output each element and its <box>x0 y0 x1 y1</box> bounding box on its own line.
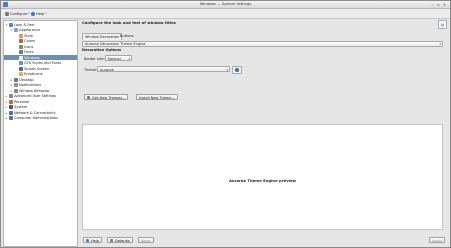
main-content: Configure the look and feel of window ti… <box>80 20 450 247</box>
sidebar: ▾ Look & Feel ▾ Appearance Style Colors Icons F… <box>3 20 78 247</box>
expand-arrow-icon[interactable]: ▾ <box>10 28 13 32</box>
sidebar-item-label: Personal <box>14 99 30 104</box>
collapse-arrow-icon[interactable]: ▸ <box>5 111 8 115</box>
category-icon <box>9 94 13 99</box>
collapse-arrow-icon[interactable]: ▸ <box>5 105 8 109</box>
download-icon <box>87 96 90 99</box>
sidebar-item-label: Emoticons <box>24 72 43 77</box>
sidebar-item-label: Windows <box>24 55 40 60</box>
minimize-icon[interactable]: – <box>430 2 435 7</box>
collapse-arrow-icon[interactable]: ▸ <box>10 83 13 87</box>
chevron-down-icon: ▾ <box>45 12 47 15</box>
category-icon <box>19 72 23 77</box>
collapse-arrow-icon[interactable]: ▸ <box>5 100 8 104</box>
category-icon <box>19 55 23 60</box>
window-title: Windows — System Settings <box>199 2 252 6</box>
configure-button[interactable]: Configure ▾ <box>3 10 32 17</box>
category-icon <box>19 39 23 44</box>
category-icon <box>9 99 13 104</box>
help-label: Help <box>36 11 45 16</box>
defaults-label: Defaults <box>115 239 130 243</box>
chevron-down-icon: ▾ <box>439 42 441 46</box>
sidebar-item-label: Style <box>24 33 33 38</box>
chevron-down-icon: ▾ <box>226 68 228 72</box>
chevron-down-icon: ▾ <box>128 57 130 61</box>
category-icon <box>19 66 23 71</box>
preview-caption: Aurorae Theme Engine preview <box>228 178 297 183</box>
tab-buttons[interactable]: Buttons <box>118 33 136 39</box>
category-icon <box>9 116 13 121</box>
border-size-select[interactable]: Normal ▾ <box>105 55 132 61</box>
info-icon: i <box>235 68 239 72</box>
theme-info-button[interactable]: i <box>232 66 242 74</box>
category-icon <box>9 105 13 110</box>
system-settings-window: Windows — System Settings – ▫ × Configur… <box>0 0 451 248</box>
category-icon <box>9 110 13 115</box>
collapse-arrow-icon[interactable]: ▸ <box>5 94 8 98</box>
sidebar-item-label: GTK Styles and Fonts <box>24 61 62 66</box>
decoration-engine-value: Aurorae Decoration Theme Engine <box>85 42 146 46</box>
apply-label: Apply <box>432 239 442 243</box>
theme-label: Theme: <box>84 68 98 72</box>
title-bar: Windows — System Settings – ▫ × <box>1 1 450 9</box>
category-icon <box>14 28 18 33</box>
help-button-bottom[interactable]: Help <box>83 237 103 243</box>
reset-button[interactable]: Reset <box>138 237 154 243</box>
wrench-icon <box>5 11 9 16</box>
sidebar-item-label: Splash Screen <box>24 66 49 71</box>
install-new-theme-button[interactable]: Install New Theme... <box>136 94 178 100</box>
page-header: Configure the look and feel of window ti… <box>82 20 176 25</box>
sidebar-item-label: Computer Administration <box>14 116 59 121</box>
help-icon <box>31 11 35 16</box>
sidebar-item-label: Network & Connectivity <box>14 110 56 115</box>
install-new-theme-label: Install New Theme... <box>139 96 175 100</box>
about-icon[interactable]: ▤ <box>438 20 447 29</box>
bottom-button-bar: Help Defaults Reset Apply <box>80 235 448 245</box>
apply-button[interactable]: Apply <box>429 237 445 243</box>
sidebar-item-label: Desktop <box>19 77 34 82</box>
border-size-value: Normal <box>108 57 121 61</box>
category-icon <box>14 83 18 88</box>
sidebar-item-label: Window Behavior <box>19 88 50 93</box>
collapse-arrow-icon[interactable]: ▸ <box>10 89 13 93</box>
theme-preview: Aurorae Theme Engine preview <box>82 124 443 230</box>
defaults-button[interactable]: Defaults <box>107 237 133 243</box>
category-icon <box>9 22 13 27</box>
get-new-themes-label: Get New Themes... <box>92 96 126 100</box>
sidebar-item-label: Notifications <box>19 83 42 88</box>
help-icon <box>86 239 89 242</box>
collapse-arrow-icon[interactable]: ▸ <box>10 78 13 82</box>
category-icon <box>19 33 23 38</box>
maximize-icon[interactable]: ▫ <box>436 2 441 7</box>
reset-label: Reset <box>141 239 151 243</box>
close-icon[interactable]: × <box>442 2 447 7</box>
sidebar-item[interactable]: ▸ Computer Administration <box>4 116 77 121</box>
sidebar-item-label: Appearance <box>19 28 41 33</box>
get-new-themes-button[interactable]: Get New Themes... <box>84 94 129 100</box>
decoration-options-heading: Decoration Options <box>82 48 122 52</box>
sidebar-item-label: Colors <box>24 39 36 44</box>
tab-window-decoration[interactable]: Window Decoration <box>82 33 123 40</box>
category-icon <box>19 50 23 55</box>
sidebar-item-label: Look & Feel <box>14 22 35 27</box>
category-icon <box>14 77 18 82</box>
sidebar-item-label: Icons <box>24 44 34 49</box>
help-bottom-label: Help <box>91 239 100 243</box>
border-size-label: Border size: <box>84 57 105 61</box>
category-icon <box>14 88 18 93</box>
expand-arrow-icon[interactable]: ▾ <box>5 23 8 27</box>
help-button[interactable]: Help ▾ <box>29 10 49 17</box>
theme-select[interactable]: Aurorae ▾ <box>97 66 230 72</box>
decoration-engine-select[interactable]: Aurorae Decoration Theme Engine ▾ <box>82 41 443 47</box>
category-icon <box>19 61 23 66</box>
sidebar-item-label: Advanced User Settings <box>14 94 57 99</box>
sidebar-item-label: Fonts <box>24 50 34 55</box>
category-icon <box>19 44 23 49</box>
defaults-icon <box>110 239 113 242</box>
theme-value: Aurorae <box>100 68 114 72</box>
toolbar: Configure ▾ Help ▾ <box>1 9 450 19</box>
sidebar-item-label: System <box>14 105 28 110</box>
collapse-arrow-icon[interactable]: ▸ <box>5 116 8 120</box>
configure-label: Configure <box>10 11 28 16</box>
